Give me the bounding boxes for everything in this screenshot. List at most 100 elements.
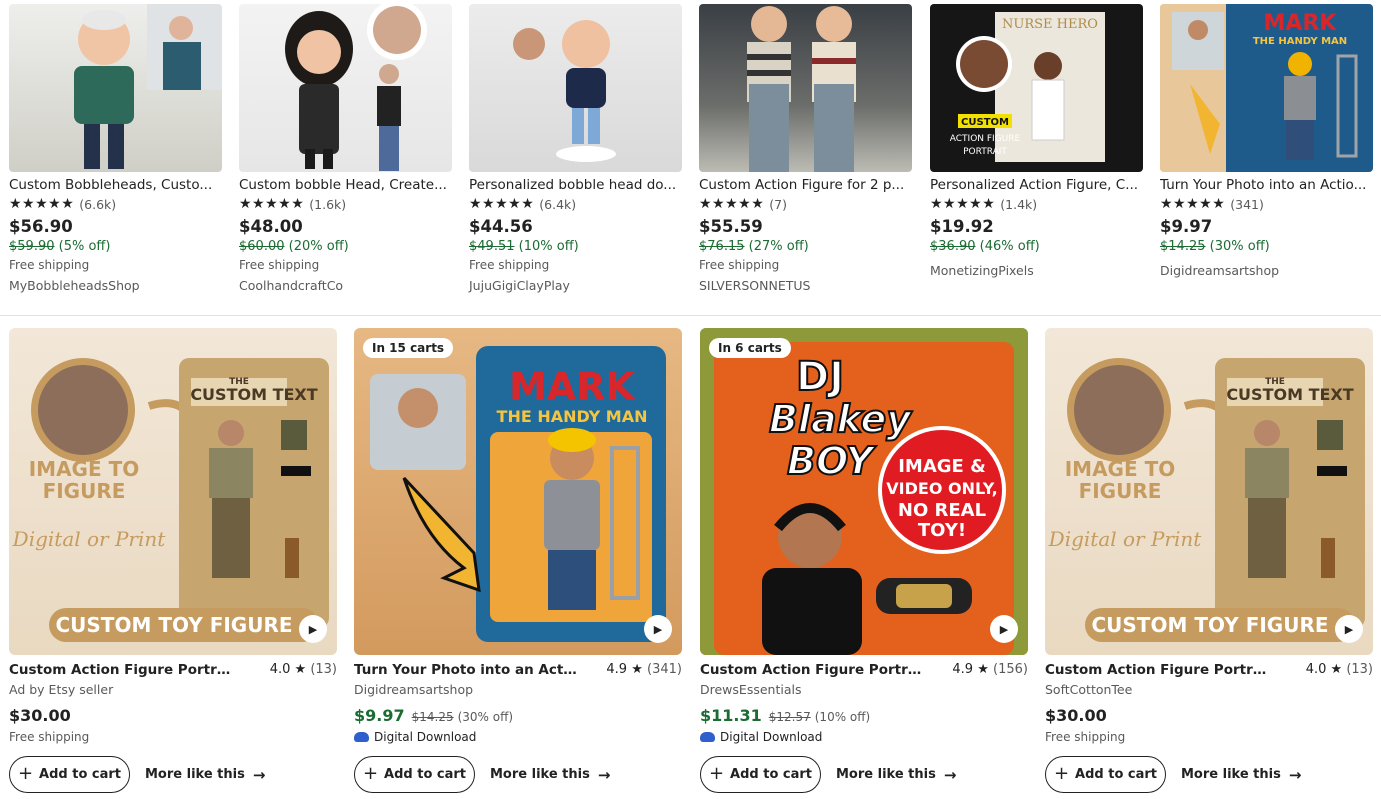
svg-text:Blakey: Blakey xyxy=(769,397,913,441)
more-like-this-link[interactable]: More like this → xyxy=(1181,766,1301,784)
shop-name[interactable]: MyBobbleheadsShop xyxy=(9,275,222,296)
shop-name[interactable]: SILVERSONNETUS xyxy=(699,275,912,296)
play-video-icon[interactable]: ▶ xyxy=(990,615,1018,643)
rating-stars: ★★★★★ (1.4k) xyxy=(930,196,1038,212)
svg-text:Digital or Print: Digital or Print xyxy=(1048,527,1203,551)
star-icon: ★ xyxy=(294,662,307,677)
original-price: $76.15 (27% off) xyxy=(699,239,809,254)
plus-icon: + xyxy=(17,763,34,784)
shipping-label: Free shipping xyxy=(699,258,780,272)
plus-icon: + xyxy=(362,763,379,784)
more-like-this-link[interactable]: More like this → xyxy=(490,766,610,784)
top-listing-row: Custom Bobbleheads, Custo... ★★★★★ (6.6k)… xyxy=(0,0,1381,310)
listing-title[interactable]: Custom Bobbleheads, Custo... xyxy=(9,176,222,195)
star-icon: ★ xyxy=(977,662,989,677)
svg-text:IMAGE TO: IMAGE TO xyxy=(1065,457,1176,481)
svg-text:THE HANDY MAN: THE HANDY MAN xyxy=(1253,36,1347,47)
svg-text:IMAGE &: IMAGE & xyxy=(898,456,986,477)
listing-card[interactable]: MARK THE HANDY MAN In 15 carts ▶ Turn Yo… xyxy=(354,328,682,793)
listing-image[interactable]: THE CUSTOM TEXT IMAGE TO FIGURE Digital … xyxy=(1045,328,1373,655)
shop-name[interactable]: CoolhandcraftCo xyxy=(239,275,452,296)
add-to-cart-button[interactable]: + Add to cart xyxy=(700,756,821,793)
shop-name[interactable]: JujuGigiClayPlay xyxy=(469,275,682,296)
listing-image[interactable] xyxy=(239,4,452,172)
listing-price: $9.97 $14.25 (30% off) xyxy=(354,706,514,725)
shop-name[interactable]: SoftCottonTee xyxy=(1045,681,1373,699)
svg-text:CUSTOM TEXT: CUSTOM TEXT xyxy=(1226,385,1353,404)
listing-card[interactable]: THE CUSTOM TEXT IMAGE TO FIGURE Digital … xyxy=(1045,328,1373,793)
svg-text:CUSTOM TEXT: CUSTOM TEXT xyxy=(190,385,317,404)
listing-title[interactable]: Custom Action Figure Portrait | P... xyxy=(1045,662,1270,678)
play-video-icon[interactable]: ▶ xyxy=(644,615,672,643)
listing-card[interactable]: Custom bobble Head, Create... ★★★★★ (1.6k… xyxy=(239,4,452,296)
download-cloud-icon xyxy=(700,732,715,742)
listing-card[interactable]: Custom Action Figure for 2 p... ★★★★★ (7)… xyxy=(699,4,912,296)
add-to-cart-button[interactable]: + Add to cart xyxy=(9,756,130,793)
svg-text:NO REAL: NO REAL xyxy=(898,500,986,521)
shipping-label: Free shipping xyxy=(239,258,320,272)
listing-card[interactable]: NURSE HERO CUSTOM ACTION FIGURE PORTRAIT… xyxy=(930,4,1143,281)
play-video-icon[interactable]: ▶ xyxy=(1335,615,1363,643)
add-to-cart-button[interactable]: + Add to cart xyxy=(1045,756,1166,793)
listing-image[interactable] xyxy=(9,4,222,172)
svg-text:DJ: DJ xyxy=(796,354,844,400)
rating: 4.0 ★ (13) xyxy=(1305,662,1373,677)
shipping-label: Free shipping xyxy=(9,258,90,272)
listing-card[interactable]: THE CUSTOM TEXT IMAGE TO FIGURE Digital … xyxy=(9,328,337,793)
svg-text:BOY: BOY xyxy=(787,439,877,483)
more-like-this-link[interactable]: More like this → xyxy=(836,766,956,784)
seller-label: Ad by Etsy seller xyxy=(9,682,114,697)
shop-name[interactable]: Digidreamsartshop xyxy=(1160,260,1373,281)
listing-card[interactable]: MARK THE HANDY MAN Turn Your Photo into … xyxy=(1160,4,1373,281)
shop-name[interactable]: DrewsEssentials xyxy=(700,681,1028,699)
arrow-right-icon: → xyxy=(252,765,266,784)
listing-image[interactable] xyxy=(699,4,912,172)
listing-image[interactable]: NURSE HERO CUSTOM ACTION FIGURE PORTRAIT xyxy=(930,4,1143,172)
listing-image[interactable]: MARK THE HANDY MAN In 15 carts ▶ xyxy=(354,328,682,655)
listing-title[interactable]: Personalized bobble head do... xyxy=(469,176,682,195)
play-video-icon[interactable]: ▶ xyxy=(299,615,327,643)
svg-text:CUSTOM: CUSTOM xyxy=(961,117,1009,128)
shop-name[interactable]: Digidreamsartshop xyxy=(354,681,682,699)
listing-card[interactable]: Personalized bobble head do... ★★★★★ (6.4… xyxy=(469,4,682,296)
in-carts-badge: In 15 carts xyxy=(363,338,454,358)
in-carts-badge: In 6 carts xyxy=(709,338,791,358)
listing-price: $56.90 xyxy=(9,217,73,236)
star-icon: ★ xyxy=(631,662,643,677)
listing-price: $19.92 xyxy=(930,217,994,236)
listing-title[interactable]: Custom Action Figure Portrait In... xyxy=(700,662,925,678)
svg-text:ACTION FIGURE: ACTION FIGURE xyxy=(950,134,1021,144)
rating-stars: ★★★★★ (7) xyxy=(699,196,787,212)
arrow-right-icon: → xyxy=(1288,765,1302,784)
listing-price: $11.31 $12.57 (10% off) xyxy=(700,706,871,725)
original-price: $36.90 (46% off) xyxy=(930,239,1040,254)
original-price: $49.51 (10% off) xyxy=(469,239,579,254)
digital-download-label: Digital Download xyxy=(354,727,682,747)
listing-image[interactable]: MARK THE HANDY MAN xyxy=(1160,4,1373,172)
listing-title[interactable]: Custom bobble Head, Create... xyxy=(239,176,452,195)
shipping-label: Free shipping xyxy=(469,258,550,272)
arrow-right-icon: → xyxy=(597,765,611,784)
shop-name[interactable]: MonetizingPixels xyxy=(930,260,1143,281)
listing-title[interactable]: Custom Action Figure Portrait | P... xyxy=(9,662,234,678)
listing-card[interactable]: Custom Bobbleheads, Custo... ★★★★★ (6.6k)… xyxy=(9,4,222,296)
listing-price: $30.00 xyxy=(9,706,71,725)
svg-text:CUSTOM TOY FIGURE: CUSTOM TOY FIGURE xyxy=(55,613,292,637)
svg-text:FIGURE: FIGURE xyxy=(1079,479,1162,503)
listing-image[interactable]: THE CUSTOM TEXT IMAGE TO FIGURE Digital … xyxy=(9,328,337,655)
listing-title[interactable]: Turn Your Photo into an Action Fi... xyxy=(354,662,579,678)
add-to-cart-button[interactable]: + Add to cart xyxy=(354,756,475,793)
listing-title[interactable]: Turn Your Photo into an Actio... xyxy=(1160,176,1373,195)
listing-title[interactable]: Custom Action Figure for 2 p... xyxy=(699,176,912,195)
listing-image[interactable]: DJ Blakey BOY IMAGE & VIDEO ONLY, NO REA… xyxy=(700,328,1028,655)
original-price: $60.00 (20% off) xyxy=(239,239,349,254)
arrow-right-icon: → xyxy=(943,765,957,784)
svg-text:FIGURE: FIGURE xyxy=(43,479,126,503)
listing-image[interactable] xyxy=(469,4,682,172)
listing-price: $30.00 xyxy=(1045,706,1107,725)
shipping-label: Free shipping xyxy=(9,730,90,744)
listing-title[interactable]: Personalized Action Figure, C... xyxy=(930,176,1143,195)
listing-card[interactable]: DJ Blakey BOY IMAGE & VIDEO ONLY, NO REA… xyxy=(700,328,1028,793)
svg-text:MARK: MARK xyxy=(1264,11,1338,36)
more-like-this-link[interactable]: More like this → xyxy=(145,766,265,784)
